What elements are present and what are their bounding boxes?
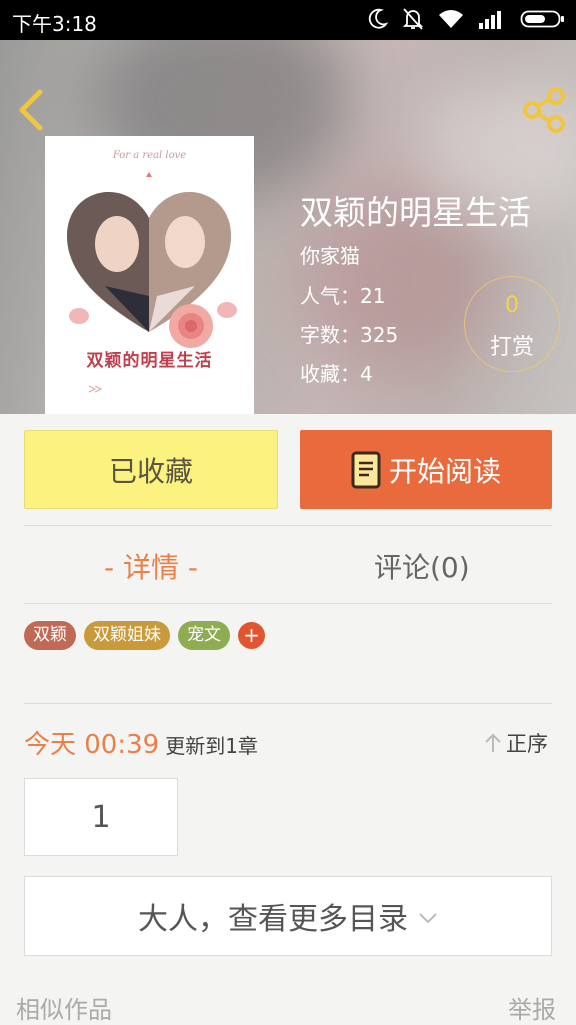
cover-illustration: [67, 172, 237, 393]
chapter-item[interactable]: 1: [24, 778, 178, 856]
add-tag-button[interactable]: +: [238, 622, 265, 649]
book-word-count: 字数：325: [300, 323, 399, 347]
reward-count: 0: [505, 293, 519, 318]
status-time: 下午3:18: [12, 12, 97, 36]
signal-icon: [479, 11, 501, 29]
status-bar: 下午3:18: [0, 0, 576, 40]
favorited-button[interactable]: 已收藏: [24, 430, 278, 509]
book-cover[interactable]: For a real love 双颖的明星生活: [45, 136, 254, 414]
similar-works-heading: 相似作品: [16, 996, 112, 1024]
tag-list: 双颖 双颖姐妹 宠文 +: [24, 621, 265, 650]
favorited-label: 已收藏: [108, 454, 193, 488]
moon-icon: [368, 8, 388, 29]
bell-off-icon: [402, 8, 424, 30]
tag-item[interactable]: 宠文: [178, 621, 230, 650]
sort-label: 正序: [506, 732, 548, 756]
wifi-icon: [439, 10, 463, 28]
more-directory-button[interactable]: 大人，查看更多目录: [24, 876, 552, 956]
report-link[interactable]: 举报: [508, 990, 556, 1025]
sort-up-arrow-icon: [485, 733, 501, 752]
book-popularity: 人气：21: [300, 284, 386, 308]
start-reading-label: 开始阅读: [388, 454, 501, 488]
book-favorites: 收藏：4: [300, 362, 373, 386]
book-header: For a real love 双颖的明星生活 双颖的明星生活 你家猫 人气：2…: [0, 40, 576, 414]
back-button[interactable]: [12, 88, 52, 132]
reward-button[interactable]: 0 打赏: [464, 276, 560, 372]
divider: [24, 603, 552, 604]
tag-item[interactable]: 双颖姐妹: [84, 621, 170, 650]
share-button[interactable]: [520, 86, 568, 134]
book-icon: [351, 451, 381, 488]
share-icon: [523, 87, 565, 133]
cover-title: 双颖的明星生活: [86, 351, 213, 371]
book-title: 双颖的明星生活: [300, 193, 531, 232]
chapter-number: 1: [91, 799, 111, 835]
divider: [24, 525, 552, 526]
battery-icon: [520, 10, 564, 28]
tab-comments[interactable]: 评论(0): [374, 546, 470, 586]
book-author[interactable]: 你家猫: [300, 240, 360, 269]
chevron-down-icon: [419, 913, 437, 924]
update-info: 今天 00:39 更新到1章: [24, 724, 258, 761]
status-icons: [368, 7, 566, 31]
sort-toggle[interactable]: 正序: [484, 728, 548, 758]
tag-item[interactable]: 双颖: [24, 621, 76, 650]
start-reading-button[interactable]: 开始阅读: [300, 430, 552, 509]
update-text: 更新到1章: [165, 734, 258, 758]
divider: [24, 703, 552, 704]
tab-detail[interactable]: - 详情 -: [104, 546, 198, 586]
update-date: 今天 00:39: [24, 730, 160, 760]
more-directory-label: 大人，查看更多目录: [138, 902, 408, 937]
back-chevron-icon: [19, 89, 43, 131]
reward-label: 打赏: [489, 335, 534, 360]
